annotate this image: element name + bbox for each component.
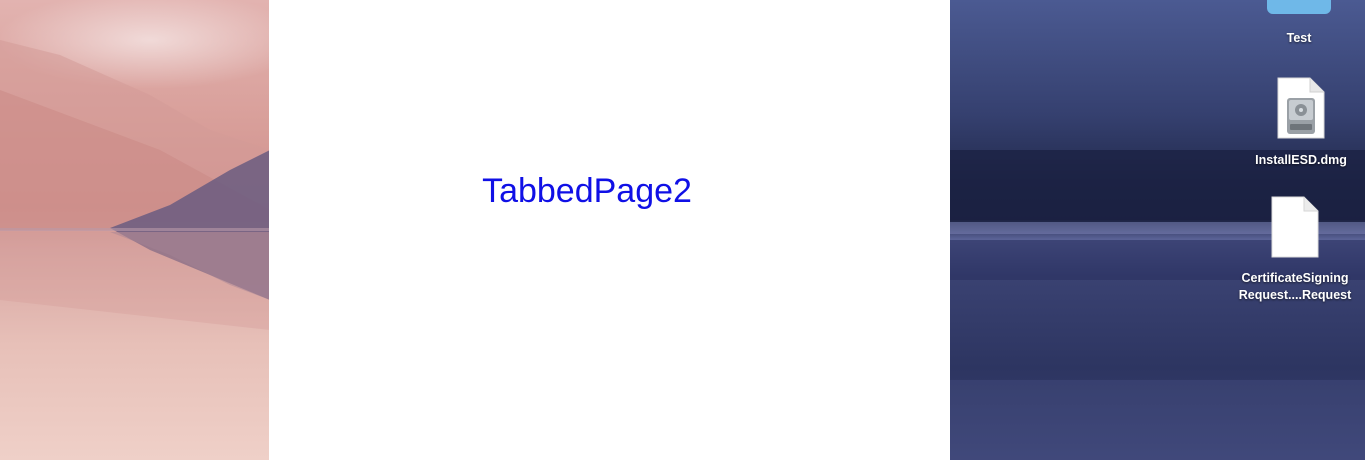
desktop-wallpaper-left [0,0,270,460]
document-icon [1271,196,1319,258]
desktop-icon-csr[interactable]: CertificateSigning Request....Request [1230,195,1360,303]
desktop-icon-test[interactable]: Test [1234,0,1364,46]
screen: TabbedPage2 Test InstallESD.dmg Certific… [0,0,1365,460]
desktop-icon-label: InstallESD.dmg [1255,153,1347,167]
folder-icon [1267,0,1331,14]
desktop-icon-label-line1: CertificateSigning [1241,271,1349,285]
desktop-icon-label: Test [1286,31,1312,45]
page-title: TabbedPage2 [482,172,692,210]
desktop-icon-installesd[interactable]: InstallESD.dmg [1236,76,1365,168]
desktop-icon-label-line2: Request....Request [1238,288,1352,302]
wallpaper-mountains [0,40,270,330]
app-window: TabbedPage2 [269,0,951,460]
disk-image-icon [1277,77,1325,139]
